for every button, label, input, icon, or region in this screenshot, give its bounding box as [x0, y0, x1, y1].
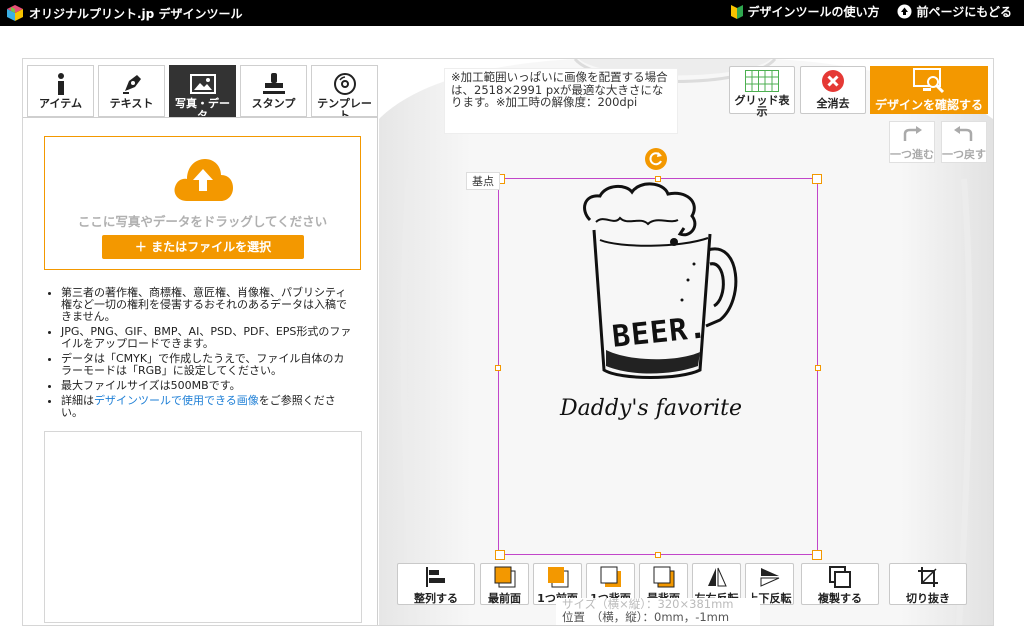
back-link[interactable]: 前ページにもどる: [897, 3, 1012, 20]
crop-icon: [918, 567, 938, 587]
send-back-icon: [653, 566, 674, 588]
confirm-design-button[interactable]: デザインを確認する: [870, 66, 988, 114]
crop-button[interactable]: 切り抜き: [889, 563, 967, 605]
resize-handle[interactable]: [655, 176, 661, 182]
tab-photo-data[interactable]: 写真・デー タ: [169, 65, 236, 117]
grid-icon: [745, 70, 779, 92]
site-logo[interactable]: オリジナルプリント.jp デザインツール: [6, 3, 242, 23]
clear-all-button[interactable]: 全消去: [800, 66, 866, 114]
resize-handle[interactable]: [815, 365, 821, 371]
note-item: 第三者の著作権、商標権、意匠権、肖像権、パブリシティ権など一切の権利を侵害するお…: [61, 287, 355, 323]
selection-frame[interactable]: [498, 178, 818, 555]
tab-stamp[interactable]: スタンプ: [240, 65, 307, 117]
send-backward-icon: [600, 566, 621, 587]
stamp-icon: [262, 73, 285, 94]
resize-handle[interactable]: [812, 550, 822, 560]
bring-to-front-button[interactable]: 最前面: [480, 563, 529, 605]
circle-arrow-icon: [897, 4, 912, 19]
resize-handle[interactable]: [812, 174, 822, 184]
duplicate-icon: [829, 566, 851, 588]
cloud-upload-icon: [174, 159, 233, 201]
clear-icon: [822, 70, 844, 92]
disc-icon: [333, 73, 356, 95]
tool-tabs: アイテム テキスト 写真・デー タ スタンプ テンプレー ト: [27, 65, 378, 117]
flip-v-icon: [760, 568, 779, 587]
note-item: JPG、PNG、GIF、BMP、AI、PSD、PDF、EPS形式のファイルをアッ…: [61, 326, 355, 350]
bring-to-front-label: 最前面: [488, 592, 521, 605]
tab-template-label: テンプレー ト: [317, 97, 372, 117]
flip-h-icon: [707, 567, 727, 587]
print-area-info: ※加工範囲いっぱいに画像を配置する場合は、2518×2991 pxが最適な大きさ…: [444, 68, 678, 134]
beginner-mark-icon: [731, 4, 744, 19]
redo-icon: [903, 126, 922, 141]
howto-link[interactable]: デザインツールの使い方: [731, 3, 879, 20]
left-panel: アイテム テキスト 写真・デー タ スタンプ テンプレー ト ここに写真やデータ…: [23, 59, 378, 625]
tab-item-label: アイテム: [39, 97, 82, 110]
tab-template[interactable]: テンプレー ト: [311, 65, 378, 117]
redo-button[interactable]: 一つ進む: [889, 121, 935, 163]
size-position-info: サイズ（横×縦）：320×381mm 位置 （横，縦）：0mm，-1mm: [556, 598, 760, 625]
rotate-icon[interactable]: [645, 148, 667, 170]
align-button[interactable]: 整列する: [397, 563, 475, 605]
bring-forward-icon: [547, 567, 568, 588]
resize-handle[interactable]: [655, 552, 661, 558]
upload-notes: 第三者の著作権、商標権、意匠権、肖像権、パブリシティ権など一切の権利を侵害するお…: [45, 287, 355, 422]
resize-handle[interactable]: [495, 550, 505, 560]
duplicate-label: 複製する: [818, 592, 862, 605]
grid-toggle-label: グリッド表示: [734, 94, 790, 118]
confirm-design-label: デザインを確認する: [874, 98, 983, 112]
resize-handle[interactable]: [495, 365, 501, 371]
note-item: 最大ファイルサイズは500MBです。: [61, 380, 355, 392]
undo-icon: [954, 126, 973, 141]
crop-label: 切り抜き: [906, 592, 950, 605]
duplicate-button[interactable]: 複製する: [801, 563, 879, 605]
info-icon: [57, 73, 64, 95]
undo-button[interactable]: 一つ戻す: [941, 121, 987, 163]
image-icon: [189, 74, 216, 94]
align-icon: [426, 567, 445, 587]
tab-text[interactable]: テキスト: [98, 65, 165, 117]
bring-front-icon: [494, 566, 515, 588]
base-point-label: 基点: [466, 172, 500, 190]
grid-toggle-button[interactable]: グリッド表示: [729, 66, 795, 118]
howto-link-label: デザインツールの使い方: [747, 5, 880, 19]
undo-label: 一つ戻す: [942, 148, 986, 161]
logo-cube-icon: [7, 5, 23, 21]
back-link-label: 前ページにもどる: [916, 5, 1012, 19]
select-file-button[interactable]: ＋ またはファイルを選択: [102, 235, 304, 259]
tab-text-label: テキスト: [109, 97, 154, 110]
top-bar: オリジナルプリント.jp デザインツール デザインツールの使い方 前ページにもど…: [0, 0, 1024, 26]
note-item: 詳細はデザインツールで使用できる画像をご参照ください。: [61, 395, 355, 419]
redo-label: 一つ進む: [890, 148, 934, 161]
tab-item[interactable]: アイテム: [27, 65, 94, 117]
drop-zone[interactable]: ここに写真やデータをドラッグしてください ＋ またはファイルを選択: [44, 136, 361, 270]
align-label: 整列する: [414, 592, 458, 605]
logo-text: オリジナルプリント.jp デザインツール: [29, 6, 243, 21]
tab-stamp-label: スタンプ: [251, 97, 296, 110]
tab-photo-data-label: 写真・デー タ: [175, 97, 230, 117]
usable-images-link[interactable]: デザインツールで使用できる画像: [94, 394, 259, 407]
clear-all-label: 全消去: [816, 97, 850, 110]
position-readout: 位置 （横，縦）：0mm，-1mm: [562, 610, 730, 624]
drop-zone-text: ここに写真やデータをドラッグしてください: [77, 214, 328, 229]
pen-icon: [122, 75, 141, 94]
note-item: データは「CMYK」で作成したうえで、ファイル自体のカラーモードは「RGB」に設…: [61, 353, 355, 377]
monitor-search-icon: [913, 68, 945, 94]
uploaded-images-list[interactable]: [44, 431, 362, 623]
